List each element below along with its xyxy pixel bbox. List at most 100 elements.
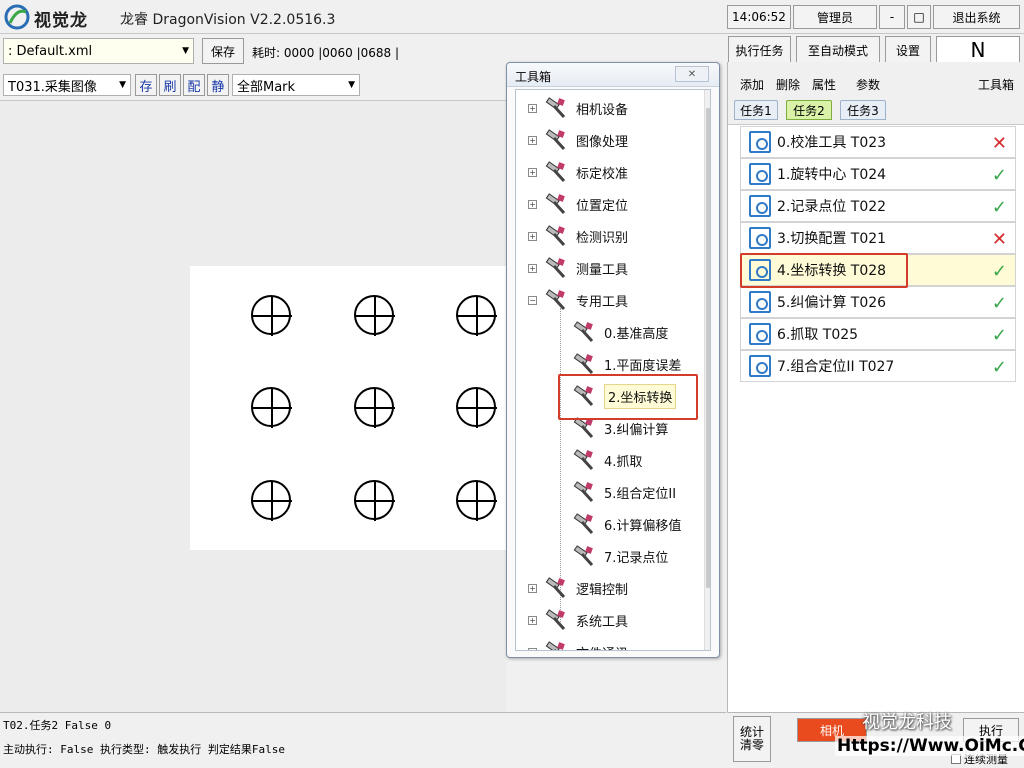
tool-label: 6.计算偏移值 [604, 518, 682, 534]
config-button[interactable]: 配 [183, 74, 205, 96]
dragon-logo-icon [4, 4, 30, 30]
tree-category[interactable]: + 逻辑控制 [528, 574, 628, 602]
tree-label: 位置定位 [576, 198, 629, 214]
user-button[interactable]: 管理员 [793, 5, 877, 29]
task-label: 7.组合定位II T027 [777, 359, 895, 375]
tab-task3[interactable]: 任务3 [840, 100, 886, 120]
tool-icon [545, 577, 566, 599]
task-list: 0.校准工具 T023 ✕ 1.旋转中心 T024 ✓ 2.记录点位 T022 … [740, 126, 1016, 382]
auto-mode-button[interactable]: 至自动模式 [796, 36, 880, 64]
save-image-button[interactable]: 存 [135, 74, 157, 96]
toolbox-header[interactable]: 工具箱 ✕ [507, 63, 719, 87]
task-label: 6.抓取 T025 [777, 327, 859, 343]
clock-display: 14:06:52 [727, 5, 791, 29]
settings-button[interactable]: 设置 [885, 36, 931, 64]
mark-select[interactable]: 全部Mark ▼ [232, 74, 360, 96]
tree-category-expanded[interactable]: − 专用工具 [528, 286, 628, 314]
tree-category[interactable]: + 系统工具 [528, 606, 628, 634]
calibration-target [251, 387, 292, 428]
maximize-button[interactable]: □ [907, 5, 931, 29]
task-row[interactable]: 5.纠偏计算 T026 ✓ [740, 286, 1016, 318]
task-icon [749, 163, 771, 185]
task-row[interactable]: 1.旋转中心 T024 ✓ [740, 158, 1016, 190]
run-task-button[interactable]: 执行任务 [728, 36, 791, 64]
logo-text: 视觉龙 [34, 11, 88, 31]
task-row[interactable]: 0.校准工具 T023 ✕ [740, 126, 1016, 158]
tool-icon [545, 97, 566, 119]
tool-icon [573, 353, 594, 375]
tool-item[interactable]: 5.组合定位II [572, 478, 676, 506]
task-label: 2.记录点位 T022 [777, 199, 887, 215]
tree-label: 检测识别 [576, 230, 629, 246]
tree-category[interactable]: + 检测识别 [528, 222, 628, 250]
highlight-box [740, 253, 908, 288]
expand-icon[interactable]: + [528, 103, 537, 113]
params-menu[interactable]: 参数 [856, 76, 880, 93]
highlight-box [558, 374, 698, 420]
tree-category[interactable]: + 文件通讯 [528, 638, 628, 651]
toolbox-scrollbar[interactable] [704, 90, 710, 650]
task-icon [749, 323, 771, 345]
tool-label: 3.纠偏计算 [604, 422, 669, 438]
properties-menu[interactable]: 属性 [812, 76, 836, 93]
refresh-button[interactable]: 刷 [159, 74, 181, 96]
expand-icon[interactable]: + [528, 135, 537, 145]
tool-icon [545, 225, 566, 247]
config-file-value: : Default.xml [8, 43, 93, 59]
tool-item[interactable]: 7.记录点位 [572, 542, 668, 570]
expand-icon[interactable]: + [528, 615, 537, 625]
tool-label: 4.抓取 [604, 454, 643, 470]
tool-label: 0.基准高度 [604, 326, 669, 342]
expand-icon[interactable]: + [528, 231, 537, 241]
task-row[interactable]: 7.组合定位II T027 ✓ [740, 350, 1016, 382]
tool-image-value: T031.采集图像 [8, 79, 97, 95]
close-button[interactable]: ✕ [675, 66, 709, 82]
tree-category[interactable]: + 测量工具 [528, 254, 628, 282]
stats-reset-button[interactable]: 统计 清零 [733, 716, 771, 762]
add-menu[interactable]: 添加 [740, 76, 764, 93]
tree-label: 文件通讯 [576, 643, 628, 651]
task-label: 1.旋转中心 T024 [777, 167, 887, 183]
check-icon: ✓ [991, 261, 1007, 282]
tree-category[interactable]: + 位置定位 [528, 190, 628, 218]
exit-system-button[interactable]: 退出系统 [933, 5, 1020, 29]
scrollbar-thumb[interactable] [706, 108, 710, 588]
expand-icon[interactable]: + [528, 583, 537, 593]
title-bar: 视觉龙 龙睿 DragonVision V2.2.0516.3 14:06:52… [0, 0, 1024, 34]
tool-item[interactable]: 4.抓取 [572, 446, 642, 474]
collapse-icon[interactable]: − [528, 295, 537, 305]
calibration-target [354, 387, 395, 428]
delete-menu[interactable]: 删除 [776, 76, 800, 93]
tree-category[interactable]: + 图像处理 [528, 126, 628, 154]
tool-icon [545, 129, 566, 151]
task-icon [749, 195, 771, 217]
toolbox-title: 工具箱 [515, 70, 552, 84]
expand-icon[interactable]: + [528, 263, 537, 273]
task-icon [749, 227, 771, 249]
tool-item[interactable]: 6.计算偏移值 [572, 510, 681, 538]
tree-category[interactable]: + 相机设备 [528, 94, 628, 122]
check-icon: ✓ [991, 197, 1007, 218]
minimize-button[interactable]: - [879, 5, 905, 29]
tool-item[interactable]: 0.基准高度 [572, 318, 668, 346]
tool-icon [573, 545, 594, 567]
toolbox-window: 工具箱 ✕ + 相机设备 + 图像处理 + 标定校准 + 位置定位 + 检测识别… [506, 62, 720, 658]
save-config-button[interactable]: 保存 [202, 38, 244, 64]
tab-task2[interactable]: 任务2 [786, 100, 832, 120]
tree-category[interactable]: + 标定校准 [528, 158, 628, 186]
toolbox-menu[interactable]: 工具箱 [978, 76, 1014, 93]
task-label: 0.校准工具 T023 [777, 135, 887, 151]
tool-image-select[interactable]: T031.采集图像 ▼ [3, 74, 131, 96]
task-row[interactable]: 6.抓取 T025 ✓ [740, 318, 1016, 350]
config-file-select[interactable]: : Default.xml ▼ [3, 38, 194, 64]
status-line-1: T02.任务2 False 0 [3, 719, 112, 732]
expand-icon[interactable]: + [528, 647, 537, 650]
task-row[interactable]: 2.记录点位 T022 ✓ [740, 190, 1016, 222]
tool-icon [573, 321, 594, 343]
expand-icon[interactable]: + [528, 199, 537, 209]
tree-label: 图像处理 [576, 134, 629, 150]
tab-task1[interactable]: 任务1 [734, 100, 778, 120]
expand-icon[interactable]: + [528, 167, 537, 177]
task-row[interactable]: 3.切换配置 T021 ✕ [740, 222, 1016, 254]
static-button[interactable]: 静 [207, 74, 229, 96]
